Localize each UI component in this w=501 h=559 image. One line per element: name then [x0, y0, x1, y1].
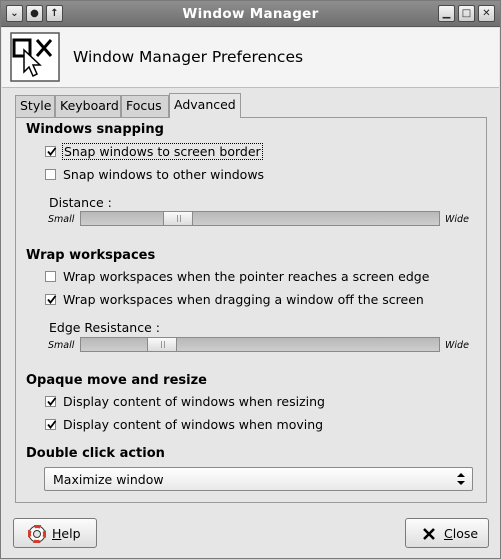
close-icon[interactable]: ✕	[478, 5, 495, 22]
dialog-header: Window Manager Preferences	[2, 28, 499, 88]
wrap-dragging-label: Wrap workspaces when dragging a window o…	[63, 292, 424, 307]
close-button-label: Close	[444, 526, 479, 541]
minimize-icon[interactable]: ▁	[438, 5, 455, 22]
snap-screen-border-checkbox[interactable]	[45, 146, 57, 157]
distance-slider-handle[interactable]	[163, 212, 193, 225]
updown-arrows-icon	[457, 473, 465, 485]
tab-focus[interactable]: Focus	[121, 95, 169, 117]
double-click-action-select[interactable]: Maximize window	[44, 467, 473, 491]
close-button[interactable]: Close	[405, 518, 489, 548]
tab-keyboard[interactable]: Keyboard	[55, 95, 121, 117]
checkmark-icon	[47, 420, 57, 429]
snap-other-windows-checkbox[interactable]	[45, 169, 56, 180]
window-title: Window Manager	[182, 6, 319, 22]
window-manager-logo-icon	[10, 32, 60, 82]
edge-resistance-label: Edge Resistance :	[49, 320, 160, 335]
edge-resistance-slider-handle[interactable]	[147, 338, 177, 351]
page-title: Window Manager Preferences	[73, 48, 304, 66]
resistance-max-label: Wide	[445, 340, 469, 351]
distance-slider[interactable]	[80, 211, 440, 226]
double-click-action-value: Maximize window	[53, 472, 164, 487]
snap-screen-border-label: Snap windows to screen border	[62, 143, 263, 160]
wrap-dragging-checkbox[interactable]	[45, 294, 57, 305]
opaque-move-label: Display content of windows when moving	[63, 417, 324, 432]
opaque-resize-label: Display content of windows when resizing	[63, 394, 325, 409]
distance-label: Distance :	[49, 195, 112, 210]
close-x-icon	[423, 528, 435, 540]
edge-resistance-slider[interactable]	[80, 337, 440, 352]
checkmark-icon	[47, 397, 57, 406]
help-button[interactable]: Help	[13, 518, 97, 548]
checkmark-icon	[47, 295, 57, 304]
maximize-icon[interactable]: □	[458, 5, 475, 22]
snap-other-windows-label: Snap windows to other windows	[63, 167, 265, 182]
checkmark-icon	[47, 147, 57, 156]
wrap-pointer-edge-label: Wrap workspaces when the pointer reaches…	[63, 269, 430, 284]
section-wrap-workspaces: Wrap workspaces	[26, 248, 156, 263]
tab-style[interactable]: Style	[15, 95, 55, 117]
lifebuoy-icon	[28, 525, 46, 543]
resistance-min-label: Small	[48, 340, 75, 351]
window-manager-dialog: ⌄ ● ↑ Window Manager ▁ □ ✕ Window Manage…	[0, 0, 501, 559]
section-double-click-action: Double click action	[26, 446, 165, 461]
help-button-label: Help	[52, 526, 81, 541]
distance-max-label: Wide	[445, 214, 469, 225]
opaque-move-checkbox[interactable]	[45, 419, 57, 430]
title-bar[interactable]: ⌄ ● ↑ Window Manager ▁ □ ✕	[1, 1, 500, 27]
wrap-pointer-edge-checkbox[interactable]	[45, 271, 56, 282]
opaque-resize-checkbox[interactable]	[45, 396, 57, 407]
section-windows-snapping: Windows snapping	[26, 122, 164, 137]
tab-advanced[interactable]: Advanced	[169, 93, 241, 118]
section-opaque-move-resize: Opaque move and resize	[26, 373, 207, 388]
distance-min-label: Small	[48, 214, 75, 225]
